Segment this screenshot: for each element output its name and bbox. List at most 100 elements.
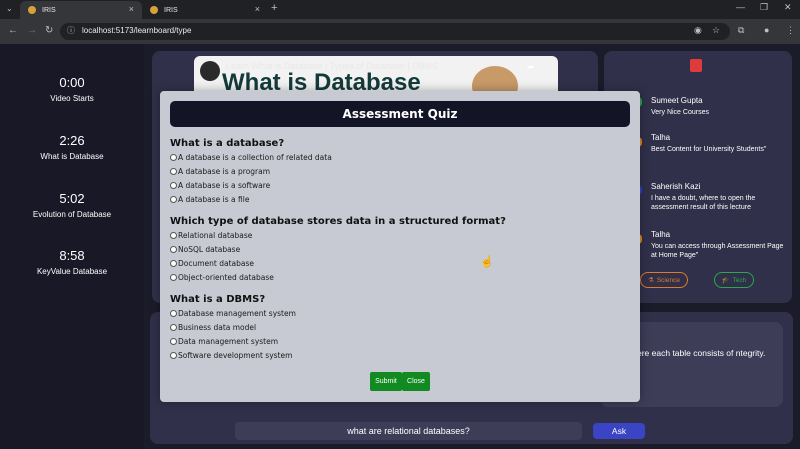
radio-button[interactable] (170, 232, 177, 239)
quiz-title: Assessment Quiz (170, 101, 630, 127)
tag-science[interactable]: ⚗ Science (640, 272, 688, 288)
radio-button[interactable] (170, 260, 177, 267)
radio-button[interactable] (170, 338, 177, 345)
site-info-icon[interactable]: ⓘ (67, 25, 75, 36)
address-bar[interactable]: ⓘ localhost:5173/learnboard/type (60, 23, 730, 40)
chapter-item[interactable]: 5:02 Evolution of Database (0, 191, 144, 219)
chapter-item[interactable]: 8:58 KeyValue Database (0, 248, 144, 276)
chapter-label: What is Database (40, 152, 104, 161)
close-window-icon[interactable]: ✕ (784, 2, 792, 13)
answer-text: ere each table consists of ntegrity. (637, 348, 766, 358)
comment-text: You can access through Assessment Page a… (651, 243, 784, 259)
video-title[interactable]: Learn What is Database | Types of Databa… (226, 61, 438, 71)
option-label: Data management system (178, 337, 279, 346)
iris-favicon-icon (150, 6, 158, 14)
comment-item: Saherish Kazi I have a doubt, where to o… (651, 182, 789, 212)
quiz-question: What is a database? (170, 138, 285, 149)
radio-button[interactable] (170, 168, 177, 175)
comment-author: Saherish Kazi (651, 182, 701, 191)
chapter-label: KeyValue Database (36, 267, 108, 276)
quiz-option[interactable]: A database is a collection of related da… (170, 153, 332, 162)
ask-button[interactable]: Ask (593, 423, 645, 439)
option-label: A database is a collection of related da… (178, 153, 332, 162)
comment-text: Very Nice Courses (651, 109, 709, 116)
quiz-option[interactable]: Database management system (170, 309, 296, 318)
close-button[interactable]: Close (402, 372, 430, 391)
bookmark-star-icon[interactable]: ☆ (712, 25, 720, 36)
radio-button[interactable] (170, 274, 177, 281)
forward-icon[interactable]: → (27, 25, 37, 36)
close-tab-icon[interactable]: × (255, 4, 260, 14)
eye-off-icon[interactable]: ◉ (694, 25, 702, 36)
tab-search-icon[interactable]: ⌄ (6, 4, 13, 13)
chapter-time: 2:26 (59, 133, 85, 148)
radio-button[interactable] (170, 310, 177, 317)
browser-tab-bar: ⌄ IRIS × IRIS × + — ❐ ✕ (0, 0, 800, 19)
comment-item: Sumeet Gupta Very Nice Courses (651, 96, 789, 117)
browser-toolbar: ← → ↻ ⓘ localhost:5173/learnboard/type ◉… (0, 19, 800, 44)
radio-button[interactable] (170, 154, 177, 161)
option-label: NoSQL database (178, 245, 241, 254)
reload-icon[interactable]: ↻ (45, 25, 53, 36)
extensions-icon[interactable]: ⧉ (738, 25, 744, 36)
comments-icon[interactable] (690, 59, 702, 72)
chapter-label: Video Starts (50, 94, 94, 103)
option-label: Document database (178, 259, 255, 268)
option-label: Database management system (178, 309, 296, 318)
chapter-item[interactable]: 0:00 Video Starts (0, 75, 144, 103)
comment-item: Talha Best Content for University Studen… (651, 133, 789, 154)
quiz-question: Which type of database stores data in a … (170, 216, 506, 227)
channel-avatar[interactable] (200, 61, 220, 81)
option-label: A database is a software (178, 181, 271, 190)
close-tab-icon[interactable]: × (129, 4, 134, 14)
option-label: Object-oriented database (178, 273, 274, 282)
browser-tab-2[interactable]: IRIS × (142, 1, 268, 19)
radio-button[interactable] (170, 324, 177, 331)
graduation-cap-icon: 🎓 (721, 277, 730, 284)
radio-button[interactable] (170, 352, 177, 359)
quiz-option[interactable]: A database is a file (170, 195, 249, 204)
ask-input[interactable] (235, 422, 582, 440)
quiz-option[interactable]: Object-oriented database (170, 273, 274, 282)
menu-dots-icon[interactable]: ⋮ (786, 25, 795, 36)
address-url[interactable]: localhost:5173/learnboard/type (82, 26, 191, 35)
minimize-window-icon[interactable]: — (736, 2, 745, 12)
iris-favicon-icon (28, 6, 36, 14)
submit-button[interactable]: Submit (370, 372, 402, 391)
quiz-option[interactable]: Software development system (170, 351, 292, 360)
tag-tech[interactable]: 🎓 Tech (714, 272, 754, 288)
assessment-quiz-modal: Assessment Quiz What is a database? A da… (160, 91, 640, 402)
new-tab-button[interactable]: + (271, 2, 277, 14)
comment-text: I have a doubt, where to open the assess… (651, 195, 756, 211)
profile-avatar[interactable]: ● (764, 25, 769, 35)
mouse-cursor-icon: ☝ (480, 256, 494, 268)
comment-text: Best Content for University Students" (651, 146, 767, 153)
quiz-question: What is a DBMS? (170, 294, 266, 305)
chapter-time: 5:02 (59, 191, 85, 206)
quiz-option[interactable]: A database is a program (170, 167, 270, 176)
quiz-option[interactable]: Document database (170, 259, 254, 268)
flask-icon: ⚗ (648, 277, 654, 284)
quiz-option[interactable]: Relational database (170, 231, 252, 240)
quiz-option[interactable]: A database is a software (170, 181, 270, 190)
video-player[interactable]: What is Database Learn What is Database … (194, 56, 558, 96)
quiz-option[interactable]: Data management system (170, 337, 278, 346)
chapter-item[interactable]: 2:26 What is Database (0, 133, 144, 161)
comment-author: Talha (651, 133, 671, 142)
radio-button[interactable] (170, 246, 177, 253)
restore-window-icon[interactable]: ❐ (760, 2, 768, 13)
browser-tab-1[interactable]: IRIS × (20, 1, 142, 19)
radio-button[interactable] (170, 182, 177, 189)
comment-item: Talha You can access through Assessment … (651, 230, 789, 260)
browser-tab-title: IRIS (164, 6, 178, 14)
quiz-option[interactable]: Business data model (170, 323, 256, 332)
share-icon[interactable]: ➦ (527, 62, 535, 73)
back-icon[interactable]: ← (8, 25, 18, 36)
chapter-time: 0:00 (59, 75, 85, 90)
option-label: Software development system (178, 351, 293, 360)
tag-label: Tech (732, 276, 747, 284)
option-label: Business data model (178, 323, 257, 332)
quiz-option[interactable]: NoSQL database (170, 245, 240, 254)
comment-author: Sumeet Gupta (651, 96, 703, 105)
radio-button[interactable] (170, 196, 177, 203)
